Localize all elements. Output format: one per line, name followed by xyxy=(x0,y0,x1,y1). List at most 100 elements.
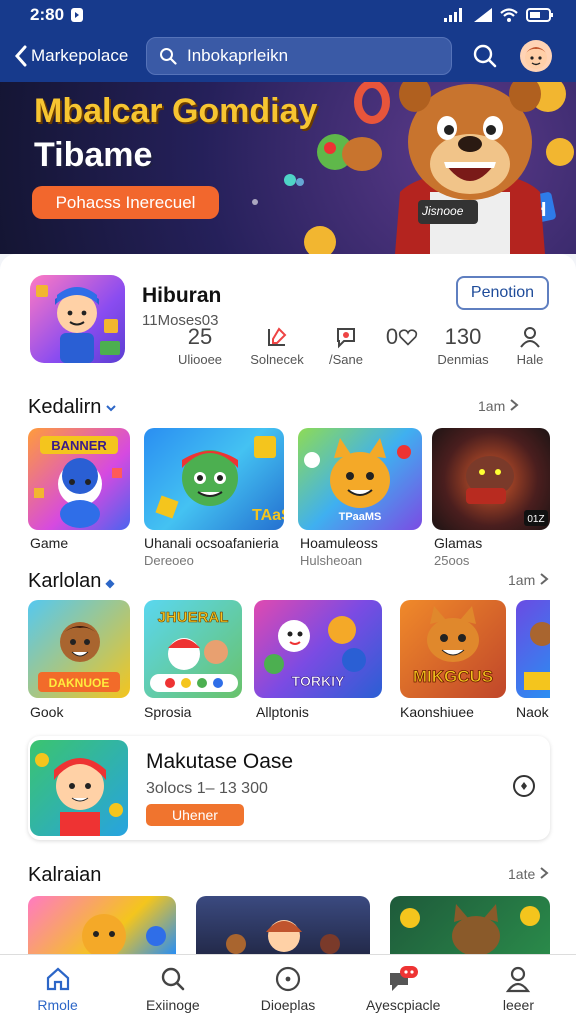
search-icon[interactable] xyxy=(472,43,498,69)
stat-label: Uliooee xyxy=(177,352,223,367)
chat-badge-icon xyxy=(390,966,419,991)
see-more-link[interactable]: 1am xyxy=(478,398,519,414)
svg-text:TORKIY: TORKIY xyxy=(292,673,345,689)
featured-game-card[interactable]: Makutase Oase 3olocs 1– 13 300 Uhener xyxy=(28,736,550,840)
character-art: BANNER xyxy=(34,436,122,528)
chevron-right-icon xyxy=(540,573,549,585)
tile-label: Game xyxy=(30,535,69,551)
signal-icon xyxy=(444,8,462,22)
game-tile[interactable]: DAKNUOE xyxy=(28,600,130,698)
nav-label: Ayescpiacle xyxy=(365,997,441,1013)
stat-label: Solnecek xyxy=(250,352,304,367)
section-title[interactable]: Kedalirn xyxy=(28,396,117,419)
stat-label: /Sane xyxy=(329,352,363,367)
nav-home[interactable]: Rmole xyxy=(0,955,115,1024)
featured-game-subtitle: 3olocs 1– 13 300 xyxy=(146,780,268,797)
game-tile[interactable]: TAaSP xyxy=(144,428,284,530)
see-more-link[interactable]: 1ate xyxy=(508,866,549,882)
tile-label: Kaonshiuee xyxy=(400,704,474,720)
game-tile[interactable]: MIKGCUS xyxy=(400,600,506,698)
tile-sublabel: Hulsheoan xyxy=(300,553,363,568)
share-icon[interactable] xyxy=(512,774,536,798)
tile-label: Allptonis xyxy=(256,704,309,720)
profile-icon xyxy=(506,966,531,993)
svg-text:MIKGCUS: MIKGCUS xyxy=(413,667,493,686)
game-tile[interactable] xyxy=(390,896,550,954)
nav-label: Rmole xyxy=(37,997,78,1013)
nav-explore[interactable]: Exiinoge xyxy=(115,955,230,1024)
character-art xyxy=(82,914,166,954)
section-title[interactable]: Karlolan ◆ xyxy=(28,570,115,593)
game-tile[interactable]: 01Z xyxy=(432,428,550,530)
featured-game-badge[interactable]: Uhener xyxy=(146,804,244,826)
stat-downloads[interactable]: 25 Uliooee xyxy=(160,324,240,367)
character-art: TPaaMS xyxy=(304,438,411,523)
promo-banner[interactable]: H Mbalcar Gomdiay Tibame Pohacss Inerecu… xyxy=(0,82,576,254)
character-art xyxy=(35,753,123,836)
app-info-card: Hiburan 11Moses03 Penotion 25 Uliooee So… xyxy=(0,254,576,376)
game-tile[interactable] xyxy=(196,896,370,954)
section-title[interactable]: Kalraian xyxy=(28,864,101,887)
banner-sign: Jisnooe xyxy=(422,204,464,218)
svg-text:BANNER: BANNER xyxy=(51,438,107,453)
status-time: 2:80 xyxy=(30,5,65,24)
banner-cta-button[interactable]: Pohacss Inerecuel xyxy=(32,186,219,219)
banner-title-line2: Tibame xyxy=(34,136,153,174)
svg-text:DAKNUOE: DAKNUOE xyxy=(49,676,110,690)
stat-profile[interactable]: Hale xyxy=(490,324,570,367)
game-tile[interactable]: BANNER xyxy=(28,428,130,530)
nav-profile[interactable]: leeer xyxy=(461,955,576,1024)
nav-label: Exiinoge xyxy=(145,997,200,1013)
search-value: Inbokaprleikn xyxy=(187,46,289,65)
person-icon xyxy=(520,327,540,348)
search-input[interactable]: Inbokaprleikn xyxy=(146,37,452,75)
stat-value: 0 xyxy=(385,324,399,349)
game-tile[interactable]: JHUERAL xyxy=(144,600,242,698)
character-art xyxy=(524,622,550,690)
dot-icon: ◆ xyxy=(105,576,115,590)
character-art xyxy=(400,904,540,954)
back-button[interactable]: Markepolace xyxy=(14,45,144,67)
tile-sublabel: Dereoeo xyxy=(144,553,194,568)
follow-button[interactable]: Penotion xyxy=(456,276,549,310)
character-art: TAaSP xyxy=(155,436,284,524)
stat-schedule[interactable]: Solnecek xyxy=(237,324,317,367)
status-bar: 2:80 xyxy=(0,0,576,30)
game-tile[interactable] xyxy=(516,600,550,698)
game-tile[interactable]: TPaaMS xyxy=(298,428,422,530)
nav-messages[interactable]: Ayescpiacle xyxy=(346,955,461,1024)
avatar-face-icon xyxy=(525,47,547,69)
featured-game-title: Makutase Oase xyxy=(146,750,294,773)
svg-text:01Z: 01Z xyxy=(527,514,544,525)
character-art: MIKGCUS xyxy=(412,606,494,686)
notification-icon xyxy=(71,8,84,22)
svg-text:TPaaMS: TPaaMS xyxy=(339,511,382,523)
app-stats: 25 Uliooee Solnecek /Sane 0 130 Denmias … xyxy=(0,324,576,374)
nav-discover[interactable]: Dioeplas xyxy=(230,955,345,1024)
game-tile[interactable] xyxy=(28,896,176,954)
search-icon xyxy=(160,48,177,65)
heart-icon xyxy=(398,329,418,346)
tile-label: Gook xyxy=(30,704,64,720)
tile-label: Naok xyxy=(516,704,549,720)
character-art: TORKIY xyxy=(264,616,366,689)
avatar[interactable] xyxy=(520,40,552,72)
chat-icon xyxy=(337,328,355,349)
wifi-icon xyxy=(500,8,518,22)
nav-label: leeer xyxy=(502,997,534,1013)
tile-label: Sprosia xyxy=(144,704,192,720)
svg-text:TAaSP: TAaSP xyxy=(252,507,284,524)
character-art xyxy=(226,920,340,954)
search-icon xyxy=(161,967,185,991)
back-label: Markepolace xyxy=(31,46,129,65)
see-more-link[interactable]: 1am xyxy=(508,572,549,588)
game-tile[interactable]: TORKIY xyxy=(254,600,382,698)
banner-title-line1: Mbalcar Gomdiay xyxy=(34,92,318,130)
chart-edit-icon xyxy=(268,327,287,346)
tile-label: Glamas xyxy=(434,535,483,551)
chevron-down-icon xyxy=(106,405,117,412)
stat-label: Hale xyxy=(516,352,544,367)
app-header: Markepolace Inbokaprleikn xyxy=(0,30,576,82)
tile-label: Uhanali ocsoafanieria xyxy=(144,535,279,551)
cell-signal-icon xyxy=(474,8,492,22)
